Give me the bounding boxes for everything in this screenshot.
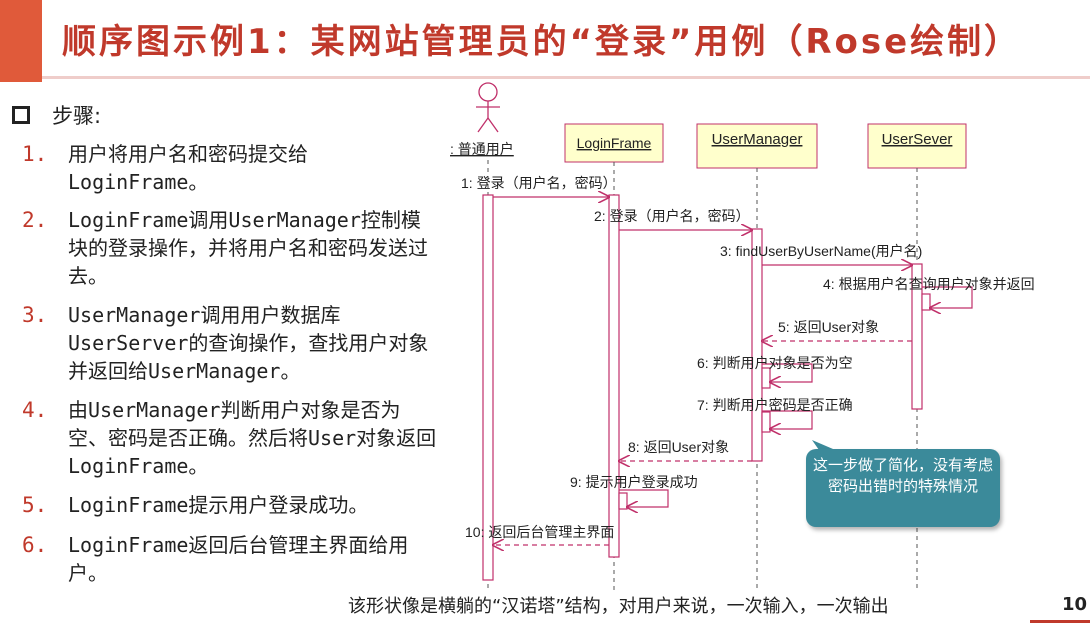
message-label: 3: findUserByUserName(用户名) <box>720 243 922 259</box>
message-label: 5: 返回User对象 <box>778 319 879 335</box>
object-label-usermanager: UserManager <box>712 131 803 148</box>
message-label: 8: 返回User对象 <box>628 439 729 455</box>
actor-stick-figure-icon <box>476 82 500 133</box>
callout-note: 这一步做了简化，没有考虑密码出错时的特殊情况 <box>806 449 1000 527</box>
object-label-loginframe: LoginFrame <box>577 135 652 151</box>
message-label: 4: 根据用户名查询用户对象并返回 <box>823 276 1035 292</box>
sequence-diagram: : 普通用户 LoginFrame UserManager UserSever <box>450 82 1035 590</box>
message-label: 2: 登录（用户名，密码） <box>594 208 750 224</box>
message-label: 1: 登录（用户名，密码） <box>461 175 617 191</box>
bottom-divider <box>1030 620 1090 623</box>
footer-note: 该形状像是横躺的“汉诺塔”结构，对用户来说，一次输入，一次输出 <box>348 596 889 617</box>
object-label-usersever: UserSever <box>882 131 953 148</box>
page-number: 10 <box>1062 594 1088 615</box>
message-label: 7: 判断用户密码是否正确 <box>697 397 853 413</box>
message-label: 10: 返回后台管理主界面 <box>465 524 614 540</box>
actor-label: : 普通用户 <box>450 141 514 157</box>
message-label: 6: 判断用户对象是否为空 <box>697 355 853 371</box>
message-label: 9: 提示用户登录成功 <box>570 474 698 490</box>
